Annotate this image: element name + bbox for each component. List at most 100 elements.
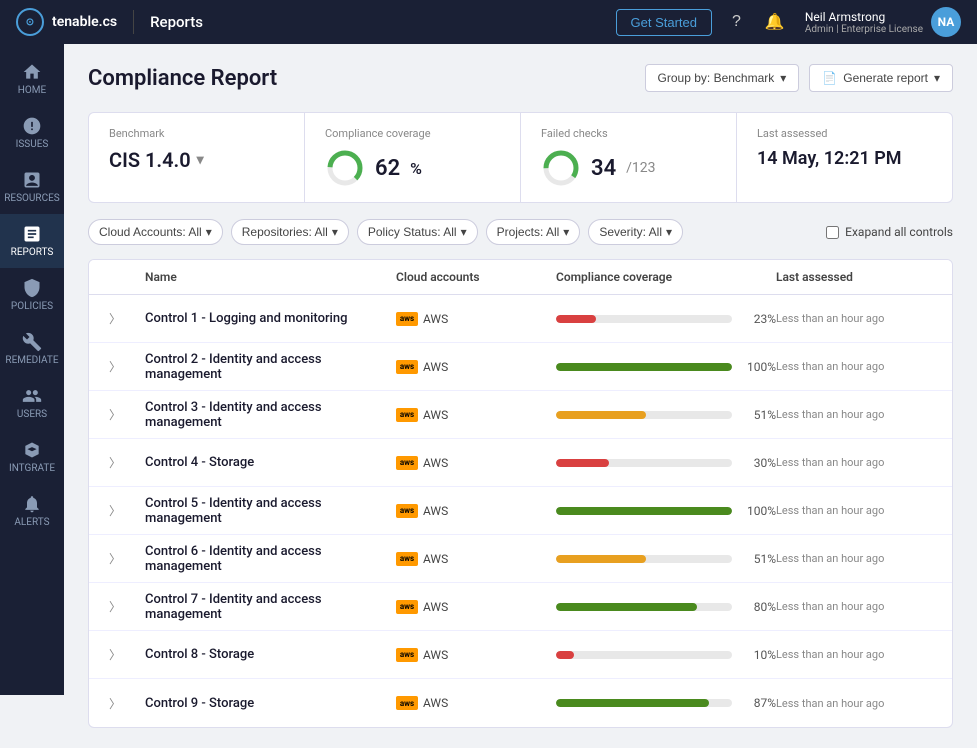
- sidebar-item-remediate[interactable]: REMEDIATE: [0, 322, 64, 376]
- repositories-filter[interactable]: Repositories: All ▾: [231, 219, 349, 245]
- group-by-button[interactable]: Group by: Benchmark ▾: [645, 64, 800, 92]
- last-assessed-label: Last assessed: [757, 127, 932, 140]
- users-icon: [22, 386, 42, 406]
- table-row: 〉 Control 6 - Identity and access manage…: [89, 535, 952, 583]
- failed-total: /123: [626, 160, 655, 176]
- expand-checkbox[interactable]: [826, 226, 839, 239]
- notifications-icon[interactable]: 🔔: [761, 8, 789, 36]
- chevron-icon-severity: ▾: [666, 225, 672, 239]
- last-assessed-time: Less than an hour ago: [776, 360, 936, 373]
- expand-controls-toggle[interactable]: Exapand all controls: [826, 225, 953, 239]
- row-expand-button[interactable]: 〉: [105, 691, 145, 716]
- last-assessed-time: Less than an hour ago: [776, 552, 936, 565]
- table-row: 〉 Control 5 - Identity and access manage…: [89, 487, 952, 535]
- progress-bar-fill: [556, 315, 596, 323]
- header-actions: Group by: Benchmark ▾ 📄 Generate report …: [645, 64, 953, 92]
- chevron-icon-projects: ▾: [563, 225, 569, 239]
- table-row: 〉 Control 9 - Storage aws AWS 87% Less t…: [89, 679, 952, 727]
- severity-label: Severity: All: [599, 225, 662, 239]
- sidebar-item-policies[interactable]: POLICIES: [0, 268, 64, 322]
- cloud-name: AWS: [423, 456, 448, 470]
- get-started-button[interactable]: Get Started: [616, 9, 712, 36]
- cloud-account: aws AWS: [396, 408, 556, 422]
- progress-bar-background: [556, 363, 732, 371]
- compliance-symbol: %: [410, 159, 422, 178]
- repositories-label: Repositories: All: [242, 225, 328, 239]
- policies-icon: [22, 278, 42, 298]
- cloud-accounts-filter[interactable]: Cloud Accounts: All ▾: [88, 219, 223, 245]
- help-icon[interactable]: ?: [728, 9, 745, 35]
- resources-icon: [22, 170, 42, 190]
- table-body: 〉 Control 1 - Logging and monitoring aws…: [89, 295, 952, 727]
- policy-status-filter[interactable]: Policy Status: All ▾: [357, 219, 478, 245]
- table-header: Name Cloud accounts Compliance coverage …: [89, 260, 952, 295]
- compliance-progress: 100%: [556, 360, 776, 374]
- chevron-icon: ▾: [206, 225, 212, 239]
- progress-percentage: 23%: [740, 312, 776, 326]
- compliance-progress: 30%: [556, 456, 776, 470]
- aws-icon: aws: [396, 360, 418, 374]
- control-name: Control 2 - Identity and access manageme…: [145, 352, 396, 382]
- row-expand-button[interactable]: 〉: [105, 306, 145, 331]
- chevron-down-icon-generate: ▾: [934, 71, 940, 85]
- sidebar-item-integrate[interactable]: INTGRATE: [0, 430, 64, 484]
- progress-bar-background: [556, 555, 732, 563]
- cloud-account: aws AWS: [396, 696, 556, 710]
- compliance-label: Compliance coverage: [325, 127, 500, 140]
- cloud-account: aws AWS: [396, 552, 556, 566]
- progress-bar-fill: [556, 603, 697, 611]
- aws-icon: aws: [396, 600, 418, 614]
- avatar: NA: [931, 7, 961, 37]
- cloud-account: aws AWS: [396, 456, 556, 470]
- top-navigation: ⊙ tenable.cs Reports Get Started ? 🔔 Nei…: [0, 0, 977, 44]
- aws-icon: aws: [396, 504, 418, 518]
- last-assessed-time: Less than an hour ago: [776, 648, 936, 661]
- projects-filter[interactable]: Projects: All ▾: [486, 219, 581, 245]
- row-expand-button[interactable]: 〉: [105, 594, 145, 619]
- row-expand-button[interactable]: 〉: [105, 642, 145, 667]
- row-expand-button[interactable]: 〉: [105, 354, 145, 379]
- policy-status-label: Policy Status: All: [368, 225, 457, 239]
- sidebar-item-reports[interactable]: REPORTS: [0, 214, 64, 268]
- row-expand-button[interactable]: 〉: [105, 546, 145, 571]
- sidebar-label-home: HOME: [18, 85, 46, 96]
- sidebar-item-home[interactable]: HOME: [0, 52, 64, 106]
- severity-filter[interactable]: Severity: All ▾: [588, 219, 683, 245]
- row-expand-button[interactable]: 〉: [105, 450, 145, 475]
- compliance-progress: 23%: [556, 312, 776, 326]
- generate-report-label: Generate report: [843, 71, 928, 85]
- sidebar-label-issues: ISSUES: [16, 139, 49, 150]
- sidebar-item-issues[interactable]: ISSUES: [0, 106, 64, 160]
- chevron-icon-policy: ▾: [461, 225, 467, 239]
- nav-title: Reports: [150, 13, 203, 31]
- row-expand-button[interactable]: 〉: [105, 498, 145, 523]
- logo: ⊙ tenable.cs: [16, 8, 117, 36]
- generate-report-button[interactable]: 📄 Generate report ▾: [809, 64, 953, 92]
- table-row: 〉 Control 3 - Identity and access manage…: [89, 391, 952, 439]
- progress-bar-background: [556, 315, 732, 323]
- table-row: 〉 Control 7 - Identity and access manage…: [89, 583, 952, 631]
- table-row: 〉 Control 2 - Identity and access manage…: [89, 343, 952, 391]
- sidebar: HOME ISSUES RESOURCES REPORTS POLICIES R…: [0, 44, 64, 695]
- table-row: 〉 Control 1 - Logging and monitoring aws…: [89, 295, 952, 343]
- user-info: Neil Armstrong Admin | Enterprise Licens…: [805, 7, 961, 37]
- sidebar-item-resources[interactable]: RESOURCES: [0, 160, 64, 214]
- benchmark-value[interactable]: CIS 1.4.0 ▾: [109, 148, 284, 172]
- compliance-table: Name Cloud accounts Compliance coverage …: [88, 259, 953, 728]
- control-name: Control 1 - Logging and monitoring: [145, 311, 396, 326]
- reports-icon: [22, 224, 42, 244]
- sidebar-label-reports: REPORTS: [11, 247, 54, 258]
- aws-icon: aws: [396, 552, 418, 566]
- control-name: Control 9 - Storage: [145, 696, 396, 711]
- issues-icon: [22, 116, 42, 136]
- cloud-name: AWS: [423, 408, 448, 422]
- progress-bar-fill: [556, 555, 646, 563]
- progress-bar-fill: [556, 651, 574, 659]
- row-expand-button[interactable]: 〉: [105, 402, 145, 427]
- compliance-progress: 51%: [556, 552, 776, 566]
- progress-bar-background: [556, 699, 732, 707]
- compliance-col-header: Compliance coverage: [556, 270, 776, 284]
- sidebar-item-users[interactable]: USERS: [0, 376, 64, 430]
- sidebar-item-alerts[interactable]: ALERTS: [0, 484, 64, 538]
- progress-percentage: 51%: [740, 552, 776, 566]
